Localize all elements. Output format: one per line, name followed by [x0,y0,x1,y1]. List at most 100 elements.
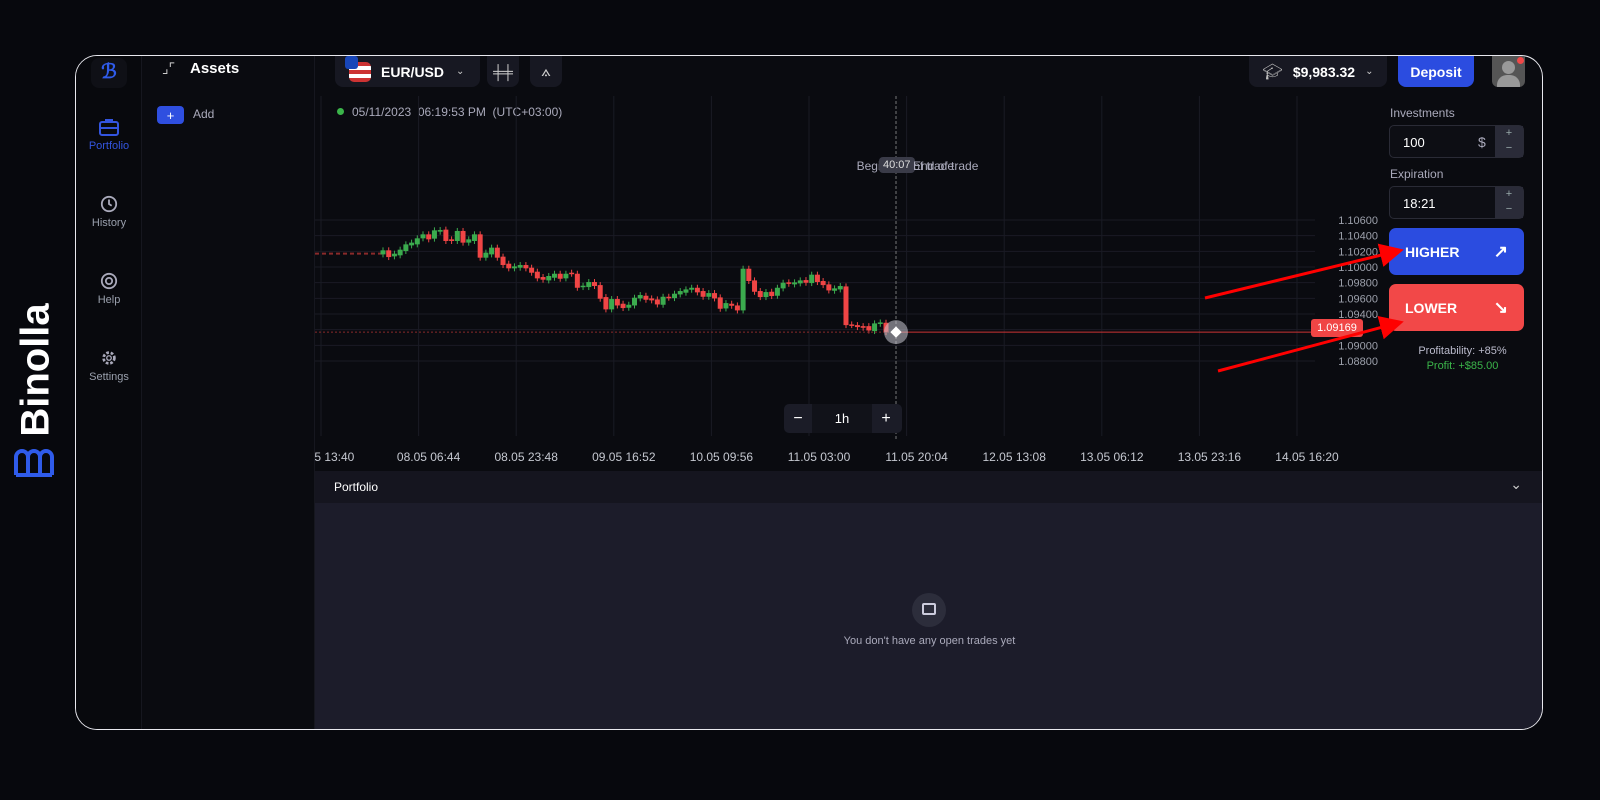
candle [414,238,420,245]
lifebuoy-icon [100,272,118,290]
candle [409,242,415,246]
add-asset-button[interactable]: + [157,106,184,124]
lower-button[interactable]: LOWER ↘ [1389,284,1524,331]
candle [666,296,672,299]
investment-input[interactable]: 100 $ + − [1389,125,1524,158]
expiration-stepper[interactable]: + − [1495,187,1523,218]
gear-icon [102,351,116,365]
zoom-in-button[interactable]: + [872,410,900,428]
x-tick-label: 13.05 23:16 [1178,450,1242,464]
candle [557,273,563,279]
arrow-up-right-icon: ↗ [1493,241,1508,261]
assets-panel: ⌟⌜ Assets + Add [142,56,315,729]
binolla-logo-icon [14,449,54,477]
candle [717,297,723,309]
candle [803,280,809,283]
zoom-out-button[interactable]: − [784,410,812,428]
x-tick-label: 13.05 06:12 [1080,450,1144,464]
profit-text: Profit: +$85.00 [1426,360,1499,372]
y-tick-label: 1.10200 [1338,246,1378,258]
sidebar-item-help[interactable]: Help [76,272,142,306]
portfolio-title: Portfolio [334,480,379,494]
y-tick-label: 1.08800 [1338,356,1378,368]
graduation-cap-icon: 🎓︎ [1262,63,1283,81]
candle [437,230,443,232]
decrease-button[interactable]: − [1495,141,1523,156]
candle [591,282,597,287]
decrease-button[interactable]: − [1495,202,1523,217]
candle [529,267,535,273]
candle [832,288,838,291]
zoom-control: − 1h + [784,404,902,433]
x-tick-label: 11.05 03:00 [788,450,851,464]
sidebar-item-history[interactable]: History [76,195,142,229]
x-tick-label: 10.05 09:56 [690,450,754,464]
candle [649,298,655,301]
candle [626,304,632,308]
increase-button[interactable]: + [1495,187,1523,202]
candle [877,322,883,324]
increase-button[interactable]: + [1495,126,1523,141]
candle [746,268,752,282]
candle [820,281,826,286]
app-logo-icon: ℬ [91,58,127,88]
sidebar-nav: ℬ Portfolio History Help Settings [76,56,142,729]
candle [483,252,489,258]
candle [866,326,872,331]
add-label[interactable]: Add [193,107,214,121]
brand-name: Binolla [13,303,58,437]
investment-value[interactable]: 100 [1403,135,1425,150]
candle [597,285,603,299]
expiration-value[interactable]: 18:21 [1403,196,1436,211]
portfolio-header[interactable]: Portfolio ⌄ [315,471,1542,503]
interval-value[interactable]: 1h [812,404,872,433]
clock-history-icon [100,195,118,213]
candle [449,239,455,241]
sidebar-item-label: Settings [89,371,129,383]
x-tick-label: 08.05 23:48 [494,450,558,464]
candle [403,244,409,252]
portfolio-panel: Portfolio ⌄ You don't have any open trad… [315,471,1542,729]
candle [729,303,735,306]
candle [769,291,775,297]
candle [814,274,820,283]
y-tick-label: 1.10400 [1338,231,1378,243]
candle [603,297,609,310]
lower-label: LOWER [1405,299,1458,316]
candle [763,292,769,298]
candle [500,256,506,266]
investments-label: Investments [1390,106,1455,120]
chart-area[interactable]: EUR/USD ⌄ ╪╪ ⟑ 05/11/2023 06:19:53 PM (U… [315,56,1381,471]
candle [431,230,437,239]
x-tick-label: 09.05 16:52 [592,450,656,464]
candle [860,326,866,328]
higher-button[interactable]: HIGHER ↗ [1389,228,1524,275]
candle [460,230,466,243]
candle [786,282,792,284]
sidebar-item-portfolio[interactable]: Portfolio [76,118,142,152]
candle [614,299,620,306]
candle [792,282,798,285]
candle [511,266,517,269]
candle [563,273,569,279]
candle [740,268,746,311]
sidebar-item-label: History [91,217,127,229]
candle [569,272,575,275]
collapse-icon[interactable]: ⌟⌜ [162,60,175,77]
sidebar-item-settings[interactable]: Settings [76,349,142,383]
x-tick-label: 08.05 06:44 [397,450,461,464]
expiration-label: Expiration [1390,167,1444,181]
candle [580,285,586,288]
chevron-down-icon[interactable]: ⌄ [1510,476,1522,493]
candle [689,287,695,290]
x-tick-label: 12.05 13:08 [982,450,1046,464]
arrow-down-right-icon: ↘ [1493,297,1508,317]
briefcase-icon [99,119,119,136]
investment-stepper[interactable]: + − [1495,126,1523,157]
expiration-input[interactable]: 18:21 + − [1389,186,1524,219]
candle [386,250,392,258]
app-window: ℬ Portfolio History Help Settings ⌟⌜ Ass… [75,55,1543,730]
balance-selector[interactable]: 🎓︎ $9,983.32 ⌄ [1249,56,1387,87]
candle [540,277,546,280]
candle [706,293,712,297]
